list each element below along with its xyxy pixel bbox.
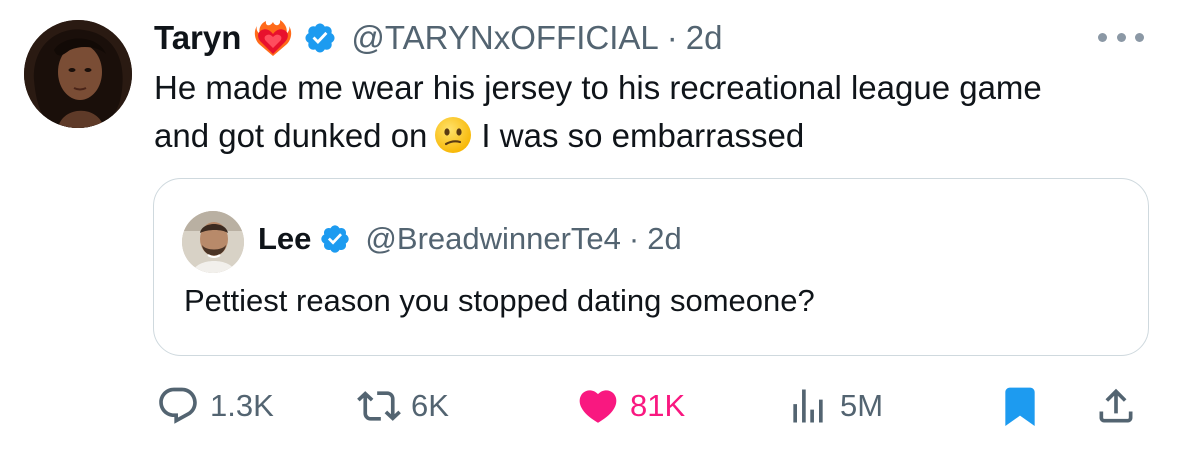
like-button[interactable]: 81K [576,378,685,434]
quoted-author-name[interactable]: Lee [258,221,311,257]
views-button[interactable]: 5M [786,378,883,434]
heart-on-fire-icon [253,18,293,58]
quoted-tweet-text: Pettiest reason you stopped dating someo… [184,283,815,318]
share-button[interactable] [1094,378,1138,434]
heart-icon [576,384,620,428]
bookmark-button[interactable] [998,378,1042,434]
confused-face-icon [433,115,473,155]
action-bar: 1.3K 6K 81K 5M [0,378,1179,434]
tweet-text: He made me wear his jersey to his recrea… [154,64,1164,160]
tweet-text-segment: and got dunked on [154,117,428,154]
repost-button[interactable]: 6K [357,378,449,434]
quoted-tweet[interactable]: Lee @BreadwinnerTe4 · 2d Pettiest reason… [153,178,1149,356]
author-avatar[interactable] [24,20,132,128]
quoted-author-handle[interactable]: @BreadwinnerTe4 [365,221,621,257]
verified-badge-icon[interactable] [303,21,337,55]
tweet-time[interactable]: 2d [686,19,723,57]
tweet-text-segment: I was so embarrassed [481,117,805,154]
verified-badge-icon[interactable] [319,223,351,255]
separator-dot: · [628,221,640,256]
bookmark-icon [998,384,1042,428]
analytics-icon [786,384,830,428]
tweet-text-line-2: and got dunked on I was so embarrassed [154,112,1164,160]
reply-count: 1.3K [210,388,274,423]
separator-dot: · [666,19,678,56]
reply-icon [156,384,200,428]
tweet-header: Taryn @TARYNxOFFICIAL · 2d [154,14,722,62]
author-name[interactable]: Taryn [154,19,241,57]
quoted-tweet-time[interactable]: 2d [647,221,681,257]
tweet-text-line-1: He made me wear his jersey to his recrea… [154,69,1042,106]
views-count: 5M [840,388,884,423]
author-handle[interactable]: @TARYNxOFFICIAL [351,19,658,57]
quoted-author-avatar[interactable] [182,211,244,273]
quoted-tweet-header: Lee @BreadwinnerTe4 · 2d [258,217,682,261]
tweet[interactable]: Taryn @TARYNxOFFICIAL · 2d He made me we… [0,0,1179,452]
like-count: 81K [630,388,686,423]
repost-count: 6K [411,388,449,423]
more-options-icon[interactable] [1098,30,1144,44]
reply-button[interactable]: 1.3K [156,378,274,434]
repost-icon [357,384,401,428]
share-icon [1094,384,1138,428]
